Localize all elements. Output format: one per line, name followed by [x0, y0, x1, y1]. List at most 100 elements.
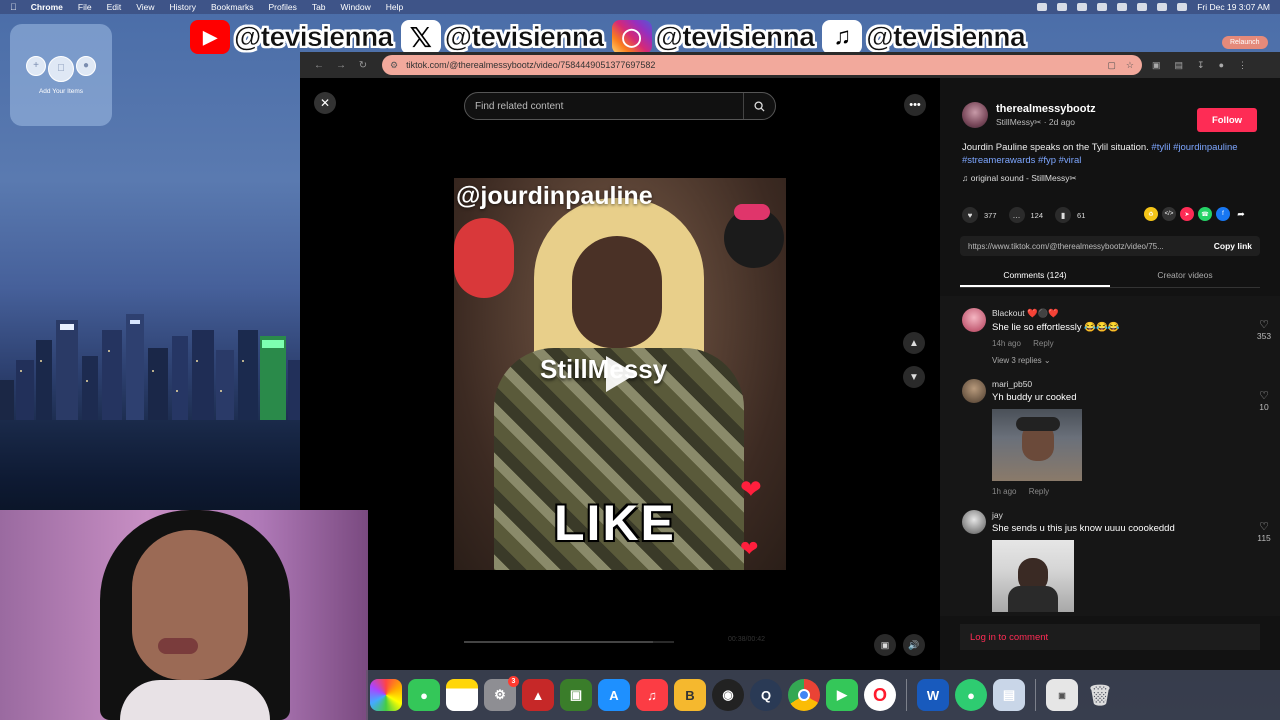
app-x-icon[interactable]: ▲ [522, 679, 554, 711]
messages-icon[interactable]: ● [408, 679, 440, 711]
comment-image[interactable] [992, 409, 1082, 481]
comment-username[interactable]: Blackout ❤️⚫❤️ [992, 308, 1232, 319]
play-icon[interactable] [606, 356, 636, 392]
minecraft-icon[interactable]: ▣ [560, 679, 592, 711]
control-center-icon[interactable] [1157, 3, 1168, 11]
video-progress-bar[interactable] [464, 641, 674, 643]
music-icon[interactable]: ♫ [636, 679, 668, 711]
opera-icon[interactable]: O [864, 679, 896, 711]
app-green-icon[interactable]: ● [955, 679, 987, 711]
repost-icon[interactable]: ♻ [1144, 207, 1158, 221]
avatar[interactable] [962, 379, 986, 403]
sound-link[interactable]: ♫ original sound - StillMessy✂ [962, 173, 1077, 184]
whatsapp-icon[interactable]: ☎ [1198, 207, 1212, 221]
bookmark-star-icon[interactable]: ☆ [1126, 60, 1134, 71]
heart-icon[interactable]: ♡ [1252, 318, 1276, 331]
view-replies-label[interactable]: View 3 replies [992, 356, 1042, 365]
preview-icon[interactable]: ▤ [993, 679, 1025, 711]
wifi-icon[interactable] [1117, 3, 1128, 11]
avatar[interactable] [962, 510, 986, 534]
mov-file-icon[interactable]: ▣ [1046, 679, 1078, 711]
app-store-icon[interactable]: A [598, 679, 630, 711]
menu-app-name[interactable]: Chrome [31, 2, 63, 12]
search-icon[interactable] [1137, 3, 1148, 11]
comment-like[interactable]: ♡ 353 [1252, 318, 1276, 341]
forward-icon[interactable]: → [330, 60, 352, 71]
volume-icon[interactable]: 🔊 [903, 634, 925, 656]
photos-icon[interactable] [370, 679, 402, 711]
video-frame[interactable]: @jourdinpauline StillMessy LIKE ❤ ❤ [454, 178, 786, 570]
comment-username[interactable]: jay [992, 510, 1232, 520]
bookmark-icon[interactable]: ▮ [1055, 207, 1072, 223]
send-icon[interactable]: ➤ [1180, 207, 1194, 221]
avatar[interactable] [962, 308, 986, 332]
siri-icon[interactable] [1177, 3, 1188, 11]
system-settings-icon[interactable]: ⚙ 3 [484, 676, 519, 711]
copy-link-button[interactable]: Copy link [1214, 241, 1252, 251]
heart-icon[interactable]: ♡ [1252, 520, 1276, 533]
menu-file[interactable]: File [78, 2, 92, 12]
tab-creator-videos[interactable]: Creator videos [1110, 266, 1260, 287]
previous-video-icon[interactable]: ▲ [903, 332, 925, 354]
downloads-icon[interactable]: ↧ [1197, 60, 1205, 71]
comment-username[interactable]: mari_pb50 [992, 379, 1232, 389]
desktop-widget[interactable]: +  ● Add Your Items [10, 24, 112, 126]
tab-comments[interactable]: Comments (124) [960, 266, 1110, 287]
comment-icon[interactable]: … [1008, 207, 1025, 223]
chrome-icon[interactable] [788, 679, 820, 711]
menu-bookmarks[interactable]: Bookmarks [211, 2, 254, 12]
menu-edit[interactable]: Edit [107, 2, 122, 12]
profile-icon[interactable]: ● [1219, 60, 1224, 71]
apple-icon[interactable]:  [10, 2, 17, 12]
quicktime-icon[interactable]: Q [750, 679, 782, 711]
reply-button[interactable]: Reply [1029, 487, 1049, 496]
play-status-icon[interactable] [1077, 3, 1088, 11]
menu-history[interactable]: History [170, 2, 196, 12]
obs-icon[interactable]: ◉ [712, 679, 744, 711]
next-video-icon[interactable]: ▼ [903, 366, 925, 388]
comment-like[interactable]: ♡ 10 [1252, 389, 1276, 412]
extension-icon[interactable]: ▣ [1152, 60, 1161, 71]
hashtag-link[interactable]: #tylil [1151, 142, 1170, 153]
hashtag-link[interactable]: #streamerawards [962, 155, 1035, 166]
app-b-icon[interactable]: B [674, 679, 706, 711]
clock[interactable]: Fri Dec 19 3:07 AM [1197, 2, 1270, 12]
chrome-menu-icon[interactable]: ⋮ [1238, 60, 1247, 71]
menu-view[interactable]: View [136, 2, 154, 12]
embed-icon[interactable]: </> [1162, 207, 1176, 221]
url-text[interactable]: tiktok.com/@therealmessybootz/video/7584… [406, 60, 1097, 70]
back-icon[interactable]: ← [308, 60, 330, 71]
login-to-comment[interactable]: Log in to comment [960, 624, 1260, 650]
facetime-icon[interactable]: ▶ [826, 679, 858, 711]
site-info-icon[interactable]: ⚙ [390, 60, 398, 71]
install-icon[interactable]: ▢ [1107, 60, 1116, 71]
more-options-icon[interactable]: ••• [904, 94, 926, 116]
facebook-icon[interactable]: f [1216, 207, 1230, 221]
menu-profiles[interactable]: Profiles [268, 2, 296, 12]
hashtag-link[interactable]: #jourdinpauline [1173, 142, 1237, 153]
trash-icon[interactable]: 🗑 [1084, 679, 1116, 711]
screen-mirror-icon[interactable] [1037, 3, 1048, 11]
heart-icon[interactable]: ♡ [1252, 389, 1276, 402]
menu-help[interactable]: Help [386, 2, 403, 12]
volume-icon[interactable] [1057, 3, 1068, 11]
notes-icon[interactable] [446, 679, 478, 711]
comment-image[interactable] [992, 540, 1074, 612]
author-name[interactable]: therealmessybootz [996, 103, 1096, 115]
address-bar[interactable]: ⚙ tiktok.com/@therealmessybootz/video/75… [382, 55, 1142, 75]
menu-window[interactable]: Window [341, 2, 371, 12]
reload-icon[interactable]: ↻ [352, 60, 374, 71]
relaunch-button[interactable]: Relaunch [1222, 36, 1268, 49]
reply-button[interactable]: Reply [1033, 339, 1053, 348]
avatar[interactable] [962, 102, 988, 128]
hashtag-link[interactable]: #fyp [1038, 155, 1056, 166]
search-button[interactable] [743, 93, 775, 119]
view-replies-button[interactable]: View 3 replies ⌄ [992, 356, 1232, 365]
video-link[interactable]: https://www.tiktok.com/@therealmessyboot… [968, 242, 1206, 251]
follow-button[interactable]: Follow [1197, 108, 1257, 132]
close-icon[interactable]: ✕ [314, 92, 336, 114]
battery-icon[interactable] [1097, 3, 1108, 11]
menu-tab[interactable]: Tab [312, 2, 326, 12]
search-input[interactable] [465, 100, 743, 112]
sidepanel-icon[interactable]: ▤ [1175, 60, 1184, 71]
